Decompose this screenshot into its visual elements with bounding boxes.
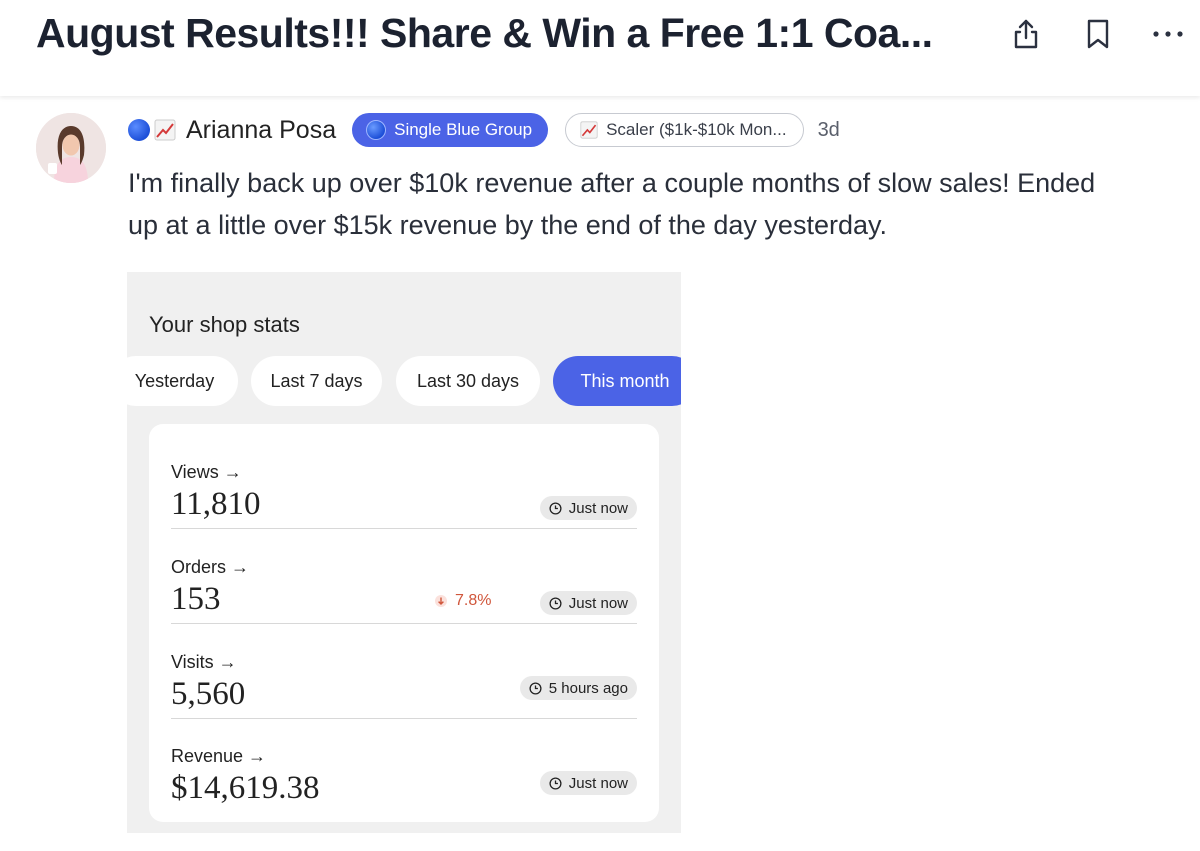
stat-value: 153 [171,581,221,617]
tab-yesterday[interactable]: Yesterday [127,356,238,406]
tab-last-30-days[interactable]: Last 30 days [396,356,540,406]
stat-label: Visits → [171,652,237,672]
group-badge-label: Single Blue Group [394,120,533,139]
stat-row-orders[interactable]: Orders → 153 7.8% Just now [171,529,637,624]
clock-icon [549,596,562,610]
updated-text: Just now [568,499,628,517]
chart-up-icon [580,121,598,139]
stat-value: $14,619.38 [171,770,320,806]
post-meta: Arianna Posa Single Blue Group Scaler ($… [128,112,840,148]
arrow-down-icon [435,595,447,607]
updated-badge: Just now [539,496,637,520]
stat-label: Views → [171,462,242,482]
level-badge[interactable]: Scaler ($1k-$10k Mon... [565,113,804,147]
updated-badge: 5 hours ago [519,676,637,700]
stat-row-revenue[interactable]: Revenue → $14,619.38 Just now [171,718,637,812]
post-body-line: up at a little over $15k revenue by the … [128,210,887,240]
chart-up-icon [154,119,176,141]
updated-text: 5 hours ago [548,679,628,697]
post-age: 3d [817,118,840,141]
avatar-image [36,113,106,183]
share-button[interactable] [1008,16,1044,52]
tab-last-7-days[interactable]: Last 7 days [251,356,382,406]
updated-badge: Just now [539,591,637,615]
stat-label: Revenue → [171,746,267,766]
stat-row-visits[interactable]: Visits → 5,560 5 hours ago [171,624,637,719]
post-header: August Results!!! Share & Win a Free 1:1… [0,0,1200,96]
updated-badge: Just now [539,771,637,795]
bookmark-icon [1087,19,1109,49]
attached-image[interactable]: Your shop stats Yesterday Last 7 days La… [127,272,681,833]
tab-this-month[interactable]: This month [553,356,681,406]
bookmark-button[interactable] [1080,16,1116,52]
post-body: I'm finally back up over $10k revenue af… [128,162,1200,246]
author-name[interactable]: Arianna Posa [186,116,336,145]
shop-stats-heading: Your shop stats [149,312,300,337]
blue-circle-icon [128,119,150,141]
change-indicator: 7.8% [435,592,491,610]
avatar[interactable] [36,113,106,183]
change-value: 7.8% [455,592,492,609]
clock-icon [529,681,542,695]
blue-circle-icon [366,120,387,140]
updated-text: Just now [568,594,628,612]
level-badge-label: Scaler ($1k-$10k Mon... [606,120,787,139]
updated-text: Just now [568,774,628,792]
stat-value: 11,810 [171,486,261,522]
post-title: August Results!!! Share & Win a Free 1:1… [36,10,933,56]
clock-icon [549,776,562,790]
stat-row-views[interactable]: Views → 11,810 Just now [171,434,637,529]
clock-icon [549,501,562,515]
stat-label: Orders → [171,557,250,577]
share-icon [1014,19,1038,49]
post-body-line: I'm finally back up over $10k revenue af… [128,168,1096,198]
stat-value: 5,560 [171,676,246,712]
stats-card: Views → 11,810 Just now Orders → 153 7.8… [149,424,659,822]
group-badge[interactable]: Single Blue Group [352,113,549,147]
more-icon [1153,31,1183,37]
more-button[interactable] [1150,16,1186,52]
